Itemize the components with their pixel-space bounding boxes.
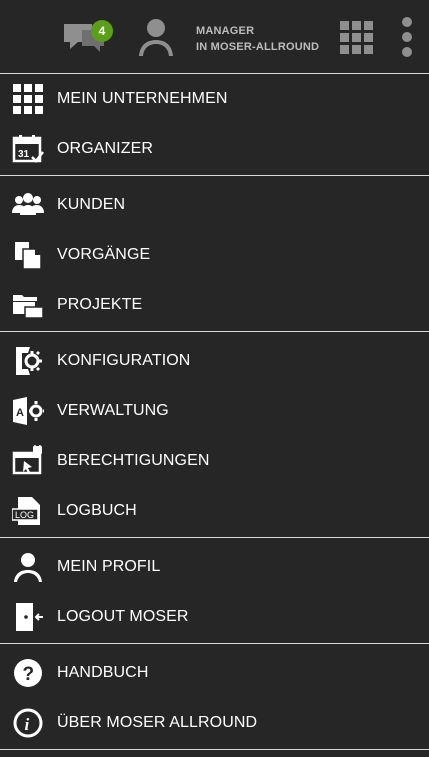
menu-item-label: HANDBUCH [57,664,149,681]
more-vertical-icon[interactable] [396,16,418,58]
menu-item-label: VERWALTUNG [57,402,169,419]
grid-icon [12,83,44,115]
user-role: MANAGER [196,25,255,37]
documents-icon [12,239,44,271]
menu-item-organizer[interactable]: 31 ORGANIZER [0,124,429,174]
menu-item-label: MEIN PROFIL [57,558,161,575]
permissions-icon [12,445,44,477]
svg-text:?: ? [23,664,35,685]
svg-text:LOG: LOG [15,510,34,520]
menu-item-label: ORGANIZER [57,140,154,157]
customers-icon [12,189,44,221]
menu-divider [0,175,429,176]
svg-text:31: 31 [18,149,30,160]
menu-item-label: MEIN UNTERNEHMEN [57,90,228,107]
configuration-icon [12,345,44,377]
menu-item-mein-profil[interactable]: MEIN PROFIL [0,542,429,592]
user-context: IN MOSER-ALLROUND [196,41,320,53]
svg-text:A: A [16,407,24,419]
chat-badge: 4 [91,20,113,42]
help-icon: ? [12,657,44,689]
folders-icon [12,289,44,321]
menu-item-label: KUNDEN [57,196,126,213]
menu-divider [0,749,429,750]
menu-item-label: ÜBER MOSER ALLROUND [57,714,258,731]
menu-divider [0,331,429,332]
menu-item-logout[interactable]: LOGOUT MOSER [0,592,429,642]
profile-icon [12,551,44,583]
menu-item-mein-unternehmen[interactable]: MEIN UNTERNEHMEN [0,74,429,124]
logout-icon [12,601,44,633]
administration-icon: A [12,395,44,427]
menu-item-label: KONFIGURATION [57,352,191,369]
menu-divider [0,537,429,538]
menu-item-label: BERECHTIGUNGEN [57,452,210,469]
menu-divider [0,643,429,644]
menu-item-vorgaenge[interactable]: VORGÄNGE [0,230,429,280]
menu-item-konfiguration[interactable]: KONFIGURATION [0,336,429,386]
user-icon[interactable] [136,16,176,58]
menu-item-label: LOGOUT MOSER [57,608,189,625]
svg-text:i: i [25,715,30,734]
main-menu: MEIN UNTERNEHMEN 31 ORGANIZER KUNDEN VOR… [0,74,429,754]
menu-item-berechtigungen[interactable]: BERECHTIGUNGEN [0,436,429,486]
menu-item-label: PROJEKTE [57,296,143,313]
logbook-icon: LOG [12,495,44,527]
info-icon: i [12,707,44,739]
menu-item-handbuch[interactable]: ? HANDBUCH [0,648,429,698]
calendar-icon: 31 [12,133,44,165]
menu-item-verwaltung[interactable]: A VERWALTUNG [0,386,429,436]
menu-item-label: VORGÄNGE [57,246,151,263]
menu-item-ueber-moser-allround[interactable]: i ÜBER MOSER ALLROUND [0,698,429,748]
menu-item-projekte[interactable]: PROJEKTE [0,280,429,330]
user-info[interactable]: MANAGER IN MOSER-ALLROUND [196,23,326,55]
menu-item-label: LOGBUCH [57,502,137,519]
apps-grid-icon[interactable] [340,21,374,55]
menu-item-logbuch[interactable]: LOG LOGBUCH [0,486,429,536]
menu-item-kunden[interactable]: KUNDEN [0,180,429,230]
top-bar: 4 MANAGER IN MOSER-ALLROUND [0,0,429,74]
